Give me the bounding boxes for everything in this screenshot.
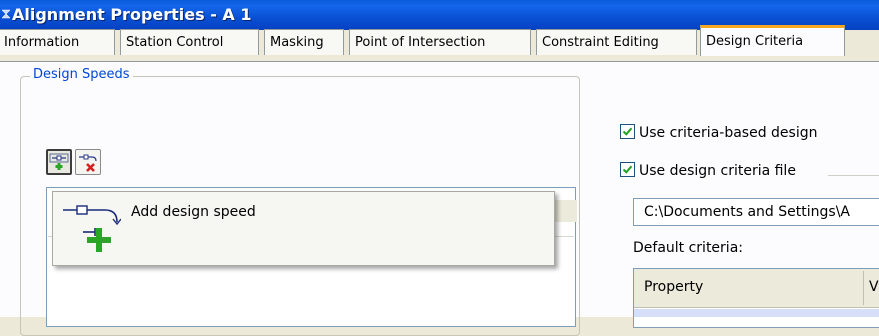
- use-design-criteria-file-row[interactable]: Use design criteria file: [620, 162, 796, 180]
- tab-constraint-editing[interactable]: Constraint Editing: [536, 29, 697, 55]
- column-header-value[interactable]: V: [869, 279, 879, 295]
- use-file-checkbox[interactable]: [620, 162, 635, 177]
- tab-information[interactable]: Information: [0, 29, 115, 55]
- tab-station-control[interactable]: Station Control: [120, 29, 259, 55]
- default-criteria-grid[interactable]: Property V: [633, 268, 879, 328]
- add-design-speed-icon: [49, 153, 69, 170]
- default-criteria-label: Default criteria:: [633, 240, 743, 256]
- tab-point-of-intersection[interactable]: Point of Intersection: [349, 29, 531, 55]
- add-design-speed-label: Add design speed: [131, 204, 256, 220]
- criteria-file-path-field[interactable]: C:\Documents and Settings\A: [633, 198, 879, 226]
- checkmark-icon: [622, 127, 633, 136]
- use-criteria-label: Use criteria-based design: [639, 125, 818, 141]
- grid-header: Property V: [634, 269, 879, 308]
- use-file-label: Use design criteria file: [639, 163, 796, 179]
- tab-design-criteria[interactable]: Design Criteria: [700, 25, 845, 56]
- add-design-speed-large-icon: [63, 205, 121, 252]
- use-criteria-based-design-row[interactable]: Use criteria-based design: [620, 124, 817, 142]
- tab-strip: Information Station Control Masking Poin…: [0, 25, 879, 63]
- use-criteria-checkbox[interactable]: [620, 124, 635, 139]
- delete-design-speed-icon: [79, 154, 97, 172]
- column-divider[interactable]: [863, 271, 864, 305]
- column-header-property[interactable]: Property: [644, 279, 703, 295]
- add-design-speed-button[interactable]: [46, 149, 72, 175]
- window-title: Alignment Properties - A 1: [12, 5, 252, 24]
- group-separator: [828, 175, 879, 176]
- tab-masking[interactable]: Masking: [264, 29, 344, 55]
- add-design-speed-popup[interactable]: Add design speed: [52, 191, 555, 266]
- checkmark-icon: [622, 165, 633, 174]
- design-speeds-title: Design Speeds: [30, 67, 133, 82]
- delete-design-speed-button[interactable]: [75, 149, 101, 175]
- app-icon: [2, 9, 10, 19]
